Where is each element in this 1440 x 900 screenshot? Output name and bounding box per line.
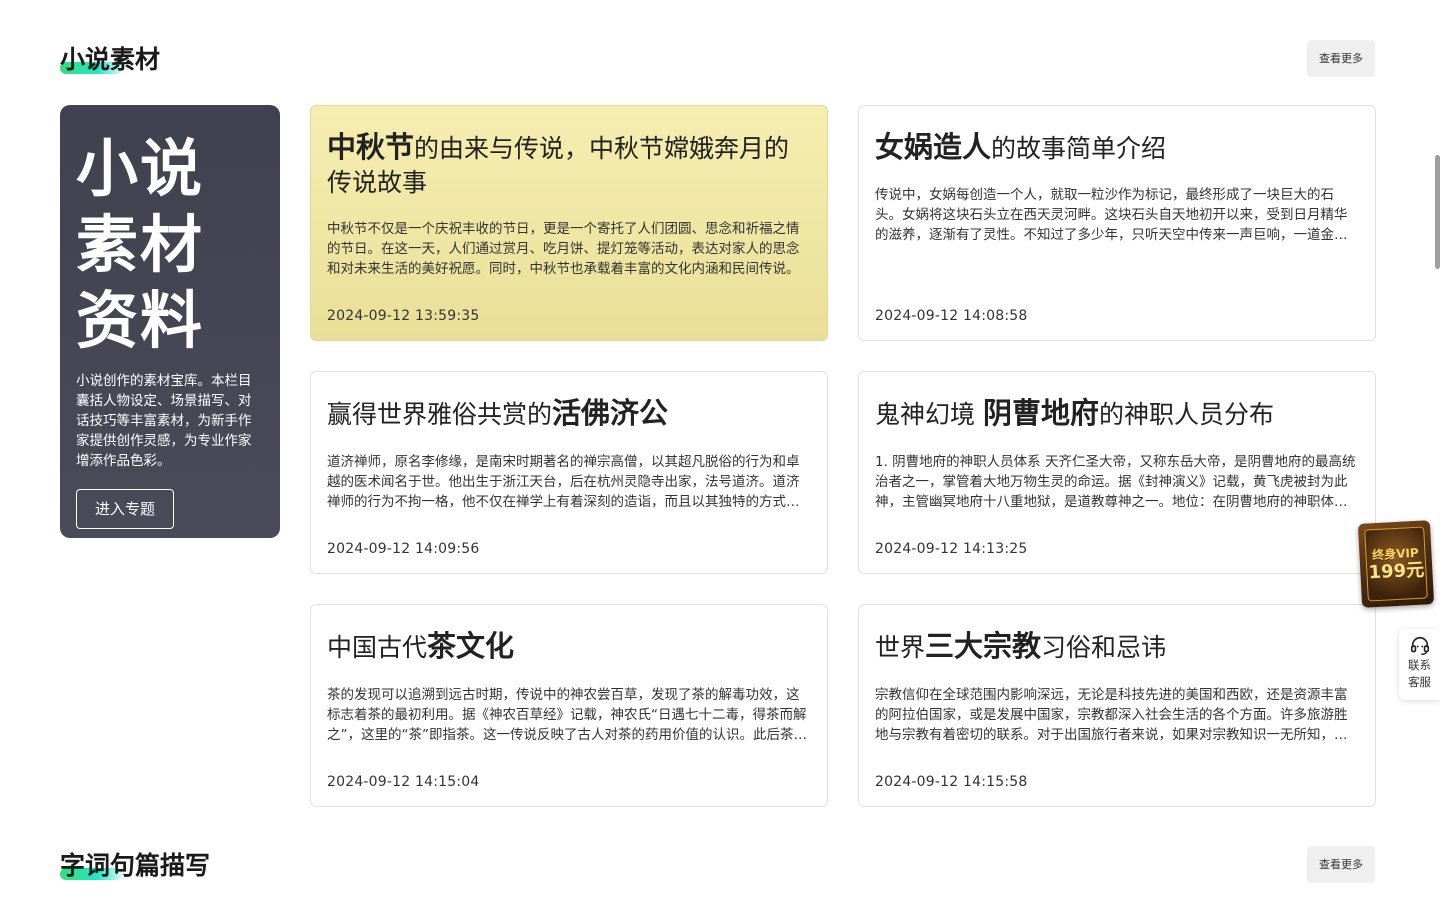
card-date: 2024-09-12 14:08:58: [875, 308, 1028, 324]
article-card[interactable]: 女娲造人的故事简单介绍 传说中，女娲每创造一个人，就取一粒沙作为标记，最终形成了…: [858, 105, 1376, 341]
section-title: 字词句篇描写: [60, 851, 211, 880]
card-title-prefix: 鬼神幻境: [875, 400, 983, 429]
article-card[interactable]: 世界三大宗教习俗和忌讳 宗教信仰在全球范围内影响深远，无论是科技先进的美国和西欧…: [858, 604, 1376, 807]
section-header-novel: 小说素材 查看更多: [60, 40, 1375, 80]
card-excerpt: 中秋节不仅是一个庆祝丰收的节日，更是一个寄托了人们团圆、思念和祈福之情的节日。在…: [327, 221, 800, 277]
vip-price: 199元: [1368, 559, 1425, 584]
card-title[interactable]: 中国古代茶文化: [327, 629, 811, 665]
card-title[interactable]: 女娲造人的故事简单介绍: [875, 130, 1359, 166]
see-more-button[interactable]: 查看更多: [1307, 846, 1375, 883]
card-title-keyword: 茶文化: [427, 629, 515, 663]
card-date: 2024-09-12 14:09:56: [327, 541, 480, 557]
headset-icon: [1410, 636, 1429, 655]
card-title-prefix: 赢得世界雅俗共赏的: [327, 400, 553, 429]
article-card[interactable]: 中秋节的由来与传说，中秋节嫦娥奔月的传说故事 中秋节不仅是一个庆祝丰收的节日，更…: [310, 105, 828, 341]
service-label-line2: 客服: [1408, 675, 1431, 689]
vip-badge-face: 终身VIP 199元: [1364, 526, 1428, 602]
card-title-keyword: 阴曹地府: [982, 396, 1099, 430]
card-title-rest: 习俗和忌讳: [1041, 633, 1167, 662]
card-excerpt: 宗教信仰在全球范围内影响深远，无论是科技先进的美国和西欧，还是资源丰富的阿拉伯国…: [875, 687, 1348, 743]
feature-description: 小说创作的素材宝库。本栏目囊括人物设定、场景描写、对话技巧等丰富素材，为新手作家…: [76, 373, 252, 469]
card-excerpt: 茶的发现可以追溯到远古时期，传说中的神农尝百草，发现了茶的解毒功效，这标志着茶的…: [327, 687, 807, 743]
card-excerpt: 传说中，女娲每创造一个人，就取一粒沙作为标记，最终形成了一块巨大的石头。女娲将这…: [875, 187, 1348, 243]
card-title[interactable]: 中秋节的由来与传说，中秋节嫦娥奔月的传说故事: [327, 130, 811, 200]
card-title[interactable]: 鬼神幻境 阴曹地府的神职人员分布: [875, 396, 1359, 432]
feature-title: 小说 素材 资料: [76, 132, 205, 357]
article-card[interactable]: 鬼神幻境 阴曹地府的神职人员分布 1. 阴曹地府的神职人员体系 天齐仁圣大帝，又…: [858, 371, 1376, 574]
card-date: 2024-09-12 14:15:58: [875, 774, 1028, 790]
card-date: 2024-09-12 14:15:04: [327, 774, 480, 790]
card-excerpt: 1. 阴曹地府的神职人员体系 天齐仁圣大帝，又称东岳大帝，是阴曹地府的最高统治者…: [875, 454, 1356, 510]
scrollbar-thumb[interactable]: [1435, 155, 1440, 269]
see-more-button[interactable]: 查看更多: [1307, 40, 1375, 77]
card-title-keyword: 女娲造人: [875, 130, 992, 164]
card-title-keyword: 活佛济公: [552, 396, 669, 430]
customer-service-button[interactable]: 联系 客服: [1399, 629, 1440, 700]
feature-panel: 小说 素材 资料 小说创作的素材宝库。本栏目囊括人物设定、场景描写、对话技巧等丰…: [60, 105, 280, 538]
vip-promo-badge[interactable]: 终身VIP 199元: [1357, 520, 1435, 608]
card-title-prefix: 世界: [875, 633, 926, 662]
card-title[interactable]: 赢得世界雅俗共赏的活佛济公: [327, 396, 811, 432]
card-title-prefix: 中国古代: [327, 633, 428, 662]
card-title-keyword: 中秋节: [327, 130, 415, 164]
card-title[interactable]: 世界三大宗教习俗和忌讳: [875, 629, 1359, 665]
section-title: 小说素材: [60, 45, 161, 74]
section-header-writing: 字词句篇描写 查看更多: [60, 846, 1375, 886]
card-excerpt: 道济禅师，原名李修缘，是南宋时期著名的禅宗高僧，以其超凡脱俗的行为和卓越的医术闻…: [327, 454, 800, 510]
card-title-rest: 的故事简单介绍: [991, 134, 1167, 163]
card-date: 2024-09-12 13:59:35: [327, 308, 480, 324]
card-date: 2024-09-12 14:13:25: [875, 541, 1028, 557]
card-title-rest: 的神职人员分布: [1098, 400, 1274, 429]
card-title-keyword: 三大宗教: [925, 629, 1042, 663]
article-card[interactable]: 中国古代茶文化 茶的发现可以追溯到远古时期，传说中的神农尝百草，发现了茶的解毒功…: [310, 604, 828, 807]
article-card[interactable]: 赢得世界雅俗共赏的活佛济公 道济禅师，原名李修缘，是南宋时期著名的禅宗高僧，以其…: [310, 371, 828, 574]
service-label-line1: 联系: [1408, 658, 1431, 672]
enter-topic-button[interactable]: 进入专题: [76, 489, 174, 529]
